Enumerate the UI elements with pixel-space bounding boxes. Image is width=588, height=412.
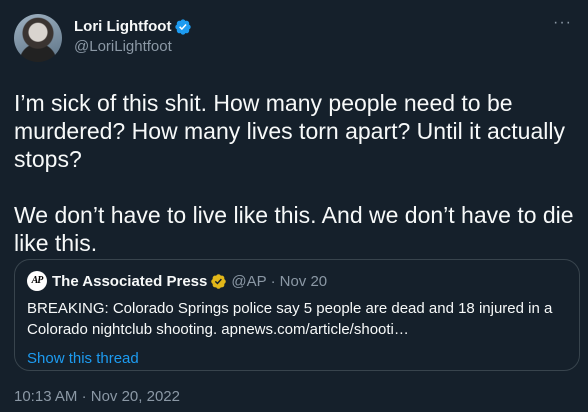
show-thread-link[interactable]: Show this thread <box>27 349 567 369</box>
dot-separator: · <box>270 272 276 290</box>
quoted-display-name: The Associated Press <box>52 272 208 290</box>
tweet-header: Lori Lightfoot @LoriLightfoot <box>14 14 574 66</box>
tweet-date: Nov 20, 2022 <box>90 388 180 405</box>
tweet-text: I’m sick of this shit. How many people n… <box>14 90 574 256</box>
quoted-tweet-text: BREAKING: Colorado Springs police say 5 … <box>27 300 553 338</box>
gold-verified-badge-icon <box>211 273 227 289</box>
quoted-tweet[interactable]: AP The Associated Press @AP · Nov 20 BRE… <box>14 259 580 371</box>
author-display-name[interactable]: Lori Lightfoot <box>74 17 171 37</box>
verified-badge-icon <box>175 19 192 35</box>
quoted-date: Nov 20 <box>279 272 328 290</box>
display-name-row: Lori Lightfoot <box>74 17 192 37</box>
author-handle[interactable]: @LoriLightfoot <box>74 37 192 57</box>
timestamp-separator: · <box>81 388 87 405</box>
tweet: Lori Lightfoot @LoriLightfoot ··· I’m si… <box>0 0 588 412</box>
tweet-time: 10:13 AM <box>14 388 78 405</box>
ap-logo: AP <box>27 271 47 291</box>
tweet-timestamp[interactable]: 10:13 AM · Nov 20, 2022 <box>14 388 180 405</box>
quoted-tweet-header: AP The Associated Press @AP · Nov 20 <box>27 271 567 291</box>
author-names: Lori Lightfoot @LoriLightfoot <box>74 17 192 57</box>
more-options-icon[interactable]: ··· <box>553 15 572 31</box>
quoted-handle: @AP <box>231 272 267 290</box>
avatar[interactable] <box>14 14 62 62</box>
